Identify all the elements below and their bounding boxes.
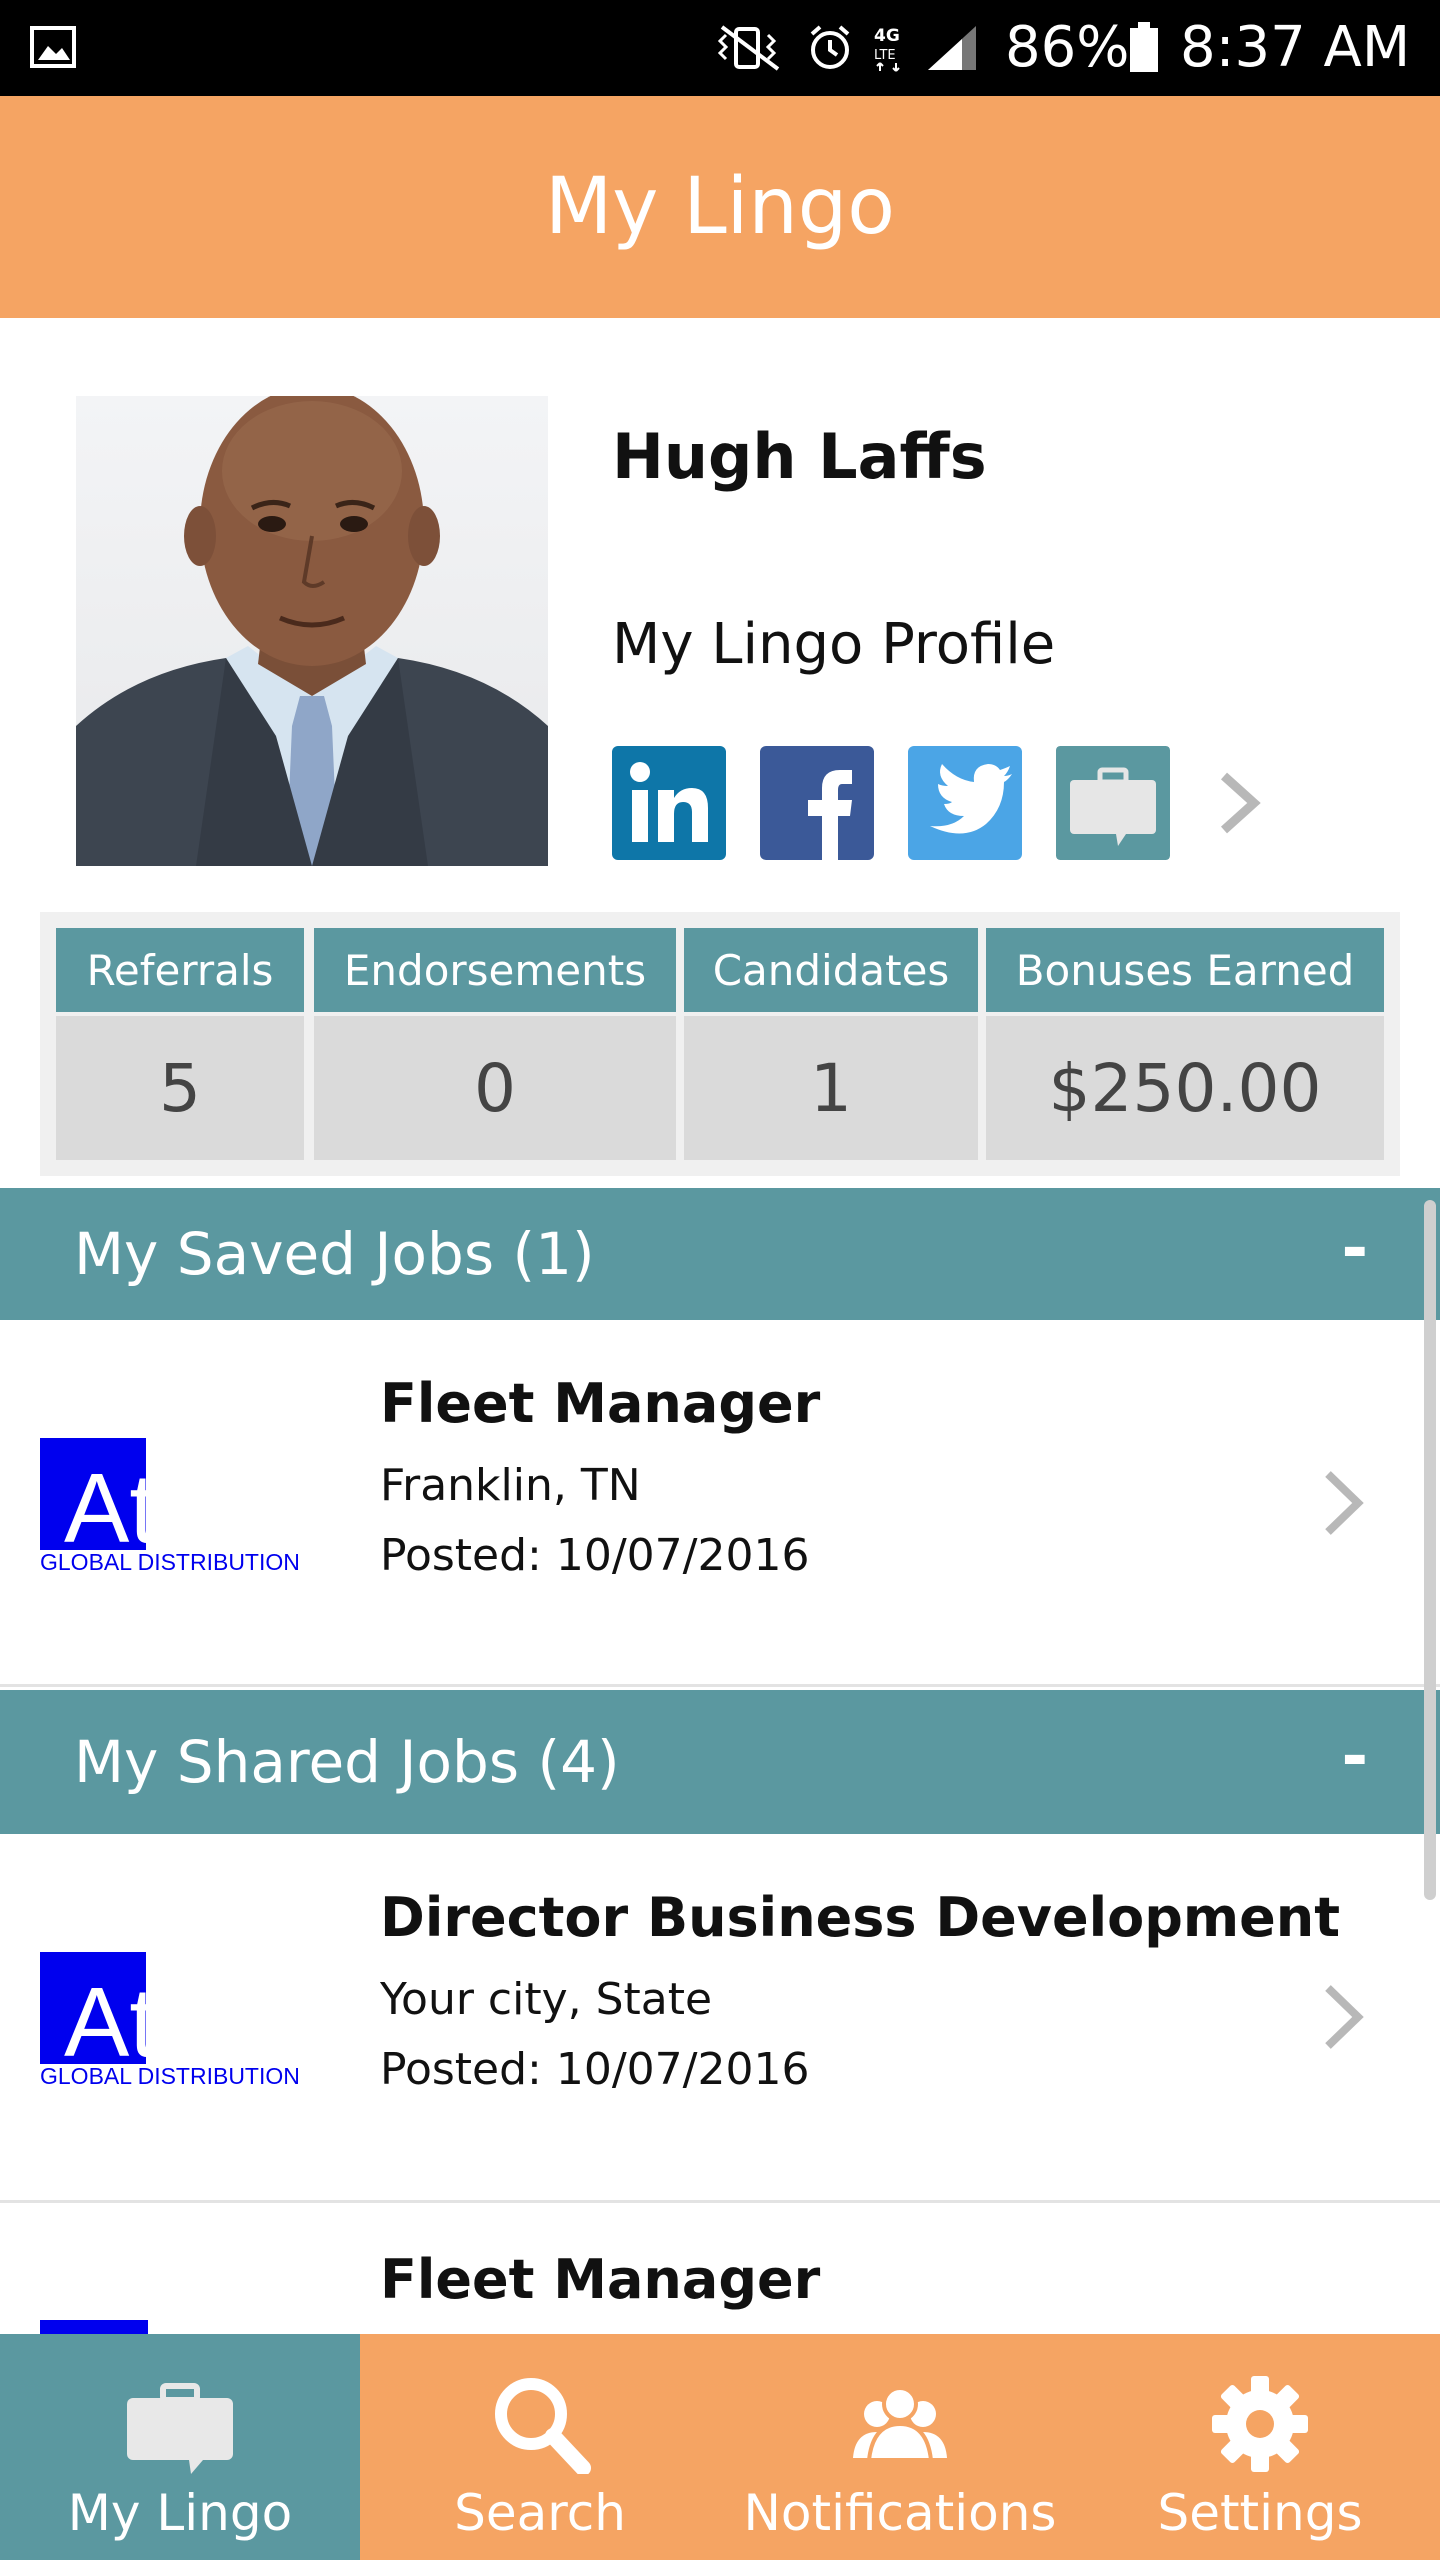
section-title: My Shared Jobs (4) (74, 1728, 620, 1796)
people-icon (853, 2386, 947, 2462)
vibrate-mute-icon (717, 25, 780, 71)
briefcase-icon (127, 2383, 233, 2474)
stat-label: Endorsements (314, 928, 676, 1012)
logo-word: Atlas (64, 1967, 282, 2077)
collapse-toggle[interactable]: - (1341, 1690, 1368, 1824)
stat-referrals[interactable]: Referrals 5 (56, 928, 304, 1160)
job-posted-date: Posted: 10/07/2016 (380, 2044, 810, 2095)
logo-word: Atlas (64, 1453, 282, 1563)
job-title: Fleet Manager (380, 1372, 821, 1435)
search-icon (495, 2378, 591, 2474)
svg-text:LTE: LTE (874, 48, 896, 63)
job-posted-date: Posted: 10/07/2016 (380, 1530, 810, 1581)
stat-value: $250.00 (986, 1016, 1384, 1160)
stat-label: Bonuses Earned (986, 928, 1384, 1012)
lte-icon: 4G LTE (874, 26, 900, 72)
battery-percent: 86% (1005, 15, 1130, 80)
chevron-right-icon[interactable] (1210, 770, 1270, 836)
briefcase-icon[interactable] (1056, 746, 1170, 860)
stat-bonuses-earned[interactable]: Bonuses Earned $250.00 (986, 928, 1384, 1160)
nav-label: Search (454, 2484, 626, 2542)
job-title: Fleet Manager (380, 2248, 821, 2311)
chevron-right-icon[interactable] (1320, 1982, 1368, 2052)
status-bar: 4G LTE 86% 8:37 AM (0, 0, 1440, 96)
linkedin-icon[interactable] (612, 746, 726, 860)
page-title: My Lingo (544, 162, 896, 252)
logo-tagline: GLOBAL DISTRIBUTION (40, 1549, 300, 1575)
gallery-icon (30, 26, 76, 68)
my-lingo-profile-link[interactable]: My Lingo Profile (612, 612, 1055, 677)
stat-label: Referrals (56, 928, 304, 1012)
job-card-shared-fleet-manager[interactable]: Fleet Manager (0, 2204, 1440, 2344)
collapse-toggle[interactable]: - (1341, 1188, 1368, 1310)
facebook-icon[interactable] (760, 746, 874, 860)
nav-notifications[interactable]: Notifications (720, 2334, 1080, 2560)
nav-label: Notifications (743, 2484, 1057, 2542)
signal-icon (928, 26, 976, 70)
job-title: Director Business Development (380, 1886, 1341, 1949)
saved-jobs-header[interactable]: My Saved Jobs (1) - (0, 1188, 1440, 1320)
job-card-saved-fleet-manager[interactable]: Atlas GLOBAL DISTRIBUTION Fleet Manager … (0, 1320, 1440, 1687)
logo-tagline: GLOBAL DISTRIBUTION (40, 2063, 300, 2089)
clock: 8:37 AM (1180, 15, 1411, 80)
stat-label: Candidates (684, 928, 978, 1012)
nav-label: Settings (1157, 2484, 1363, 2542)
job-card-shared-director-business-development[interactable]: Atlas GLOBAL DISTRIBUTION Director Busin… (0, 1834, 1440, 2203)
job-location: Your city, State (380, 1974, 713, 2025)
stat-value: 0 (314, 1016, 676, 1160)
profile-photo (76, 396, 548, 866)
status-icons: 4G LTE (712, 22, 978, 74)
section-title: My Saved Jobs (1) (74, 1220, 595, 1288)
atlas-logo: Atlas GLOBAL DISTRIBUTION (40, 1952, 300, 2089)
nav-search[interactable]: Search (360, 2334, 720, 2560)
nav-my-lingo[interactable]: My Lingo (0, 2334, 360, 2560)
stats-panel: Referrals 5 Endorsements 0 Candidates 1 … (40, 912, 1400, 1176)
nav-settings[interactable]: Settings (1080, 2334, 1440, 2560)
battery-icon (1130, 22, 1158, 72)
job-location: Franklin, TN (380, 1460, 641, 1511)
alarm-icon (810, 25, 850, 69)
shared-jobs-header[interactable]: My Shared Jobs (4) - (0, 1690, 1440, 1834)
stat-value: 5 (56, 1016, 304, 1160)
gear-icon (1212, 2376, 1308, 2472)
nav-label: My Lingo (67, 2484, 293, 2542)
app-header: My Lingo (0, 96, 1440, 318)
stat-candidates[interactable]: Candidates 1 (684, 928, 978, 1160)
twitter-icon[interactable] (908, 746, 1022, 860)
stat-value: 1 (684, 1016, 978, 1160)
svg-text:4G: 4G (874, 26, 900, 46)
scrollbar[interactable] (1424, 1200, 1436, 1900)
chevron-right-icon[interactable] (1320, 1468, 1368, 1538)
avatar (76, 396, 548, 866)
profile-name: Hugh Laffs (612, 420, 987, 493)
atlas-logo: Atlas GLOBAL DISTRIBUTION (40, 1438, 300, 1575)
stat-endorsements[interactable]: Endorsements 0 (314, 928, 676, 1160)
bottom-nav: My Lingo Search Notifications Settings (0, 2334, 1440, 2560)
